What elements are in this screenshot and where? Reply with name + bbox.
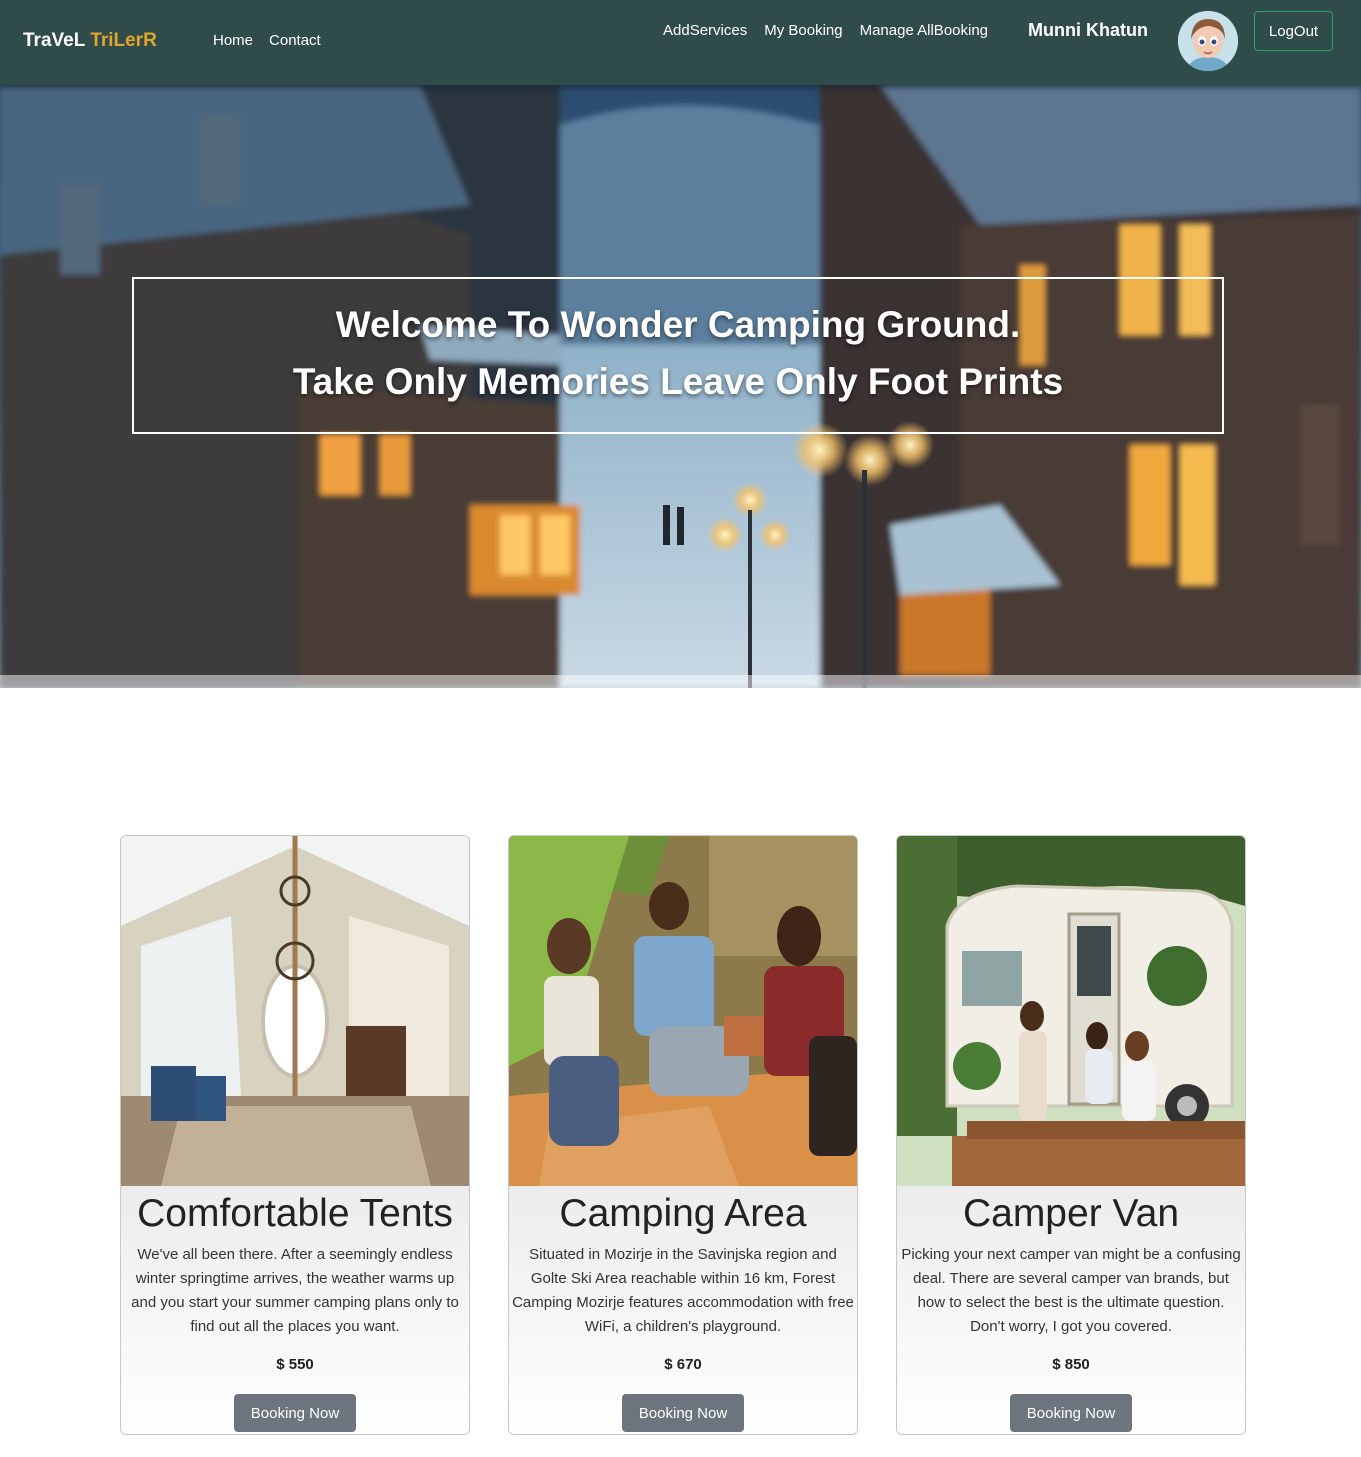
- hero-title: Welcome To Wonder Camping Ground.: [335, 304, 1021, 345]
- hero-headline-box: Welcome To Wonder Camping Ground. Take O…: [132, 277, 1224, 434]
- nav-link-manage-all-booking[interactable]: Manage AllBooking: [860, 22, 988, 39]
- brand-text-accent: TriLerR: [90, 30, 157, 51]
- service-description: We've all been there. After a seemingly …: [131, 1246, 459, 1335]
- service-card-tents: Comfortable Tents We've all been there. …: [120, 835, 470, 1435]
- service-title: Camping Area: [559, 1192, 807, 1235]
- user-name: Munni Khatun: [1028, 20, 1148, 40]
- booking-now-button[interactable]: Booking Now: [234, 1394, 356, 1432]
- brand-logo[interactable]: TraVeL TriLerR: [23, 30, 157, 52]
- service-title: Comfortable Tents: [137, 1192, 453, 1235]
- avatar: [1178, 11, 1238, 71]
- service-card-camper-van: Camper Van Picking your next camper van …: [896, 835, 1246, 1435]
- service-image-camper-van: [897, 836, 1245, 1186]
- brand-text-main: TraVeL: [23, 30, 85, 51]
- service-title: Camper Van: [962, 1192, 1180, 1235]
- nav-link-contact[interactable]: Contact: [269, 32, 321, 49]
- hero-subtitle: Take Only Memories Leave Only Foot Print…: [292, 361, 1064, 402]
- service-description: Situated in Mozirje in the Savinjska reg…: [512, 1246, 854, 1335]
- user-nav: AddServices My Booking Manage AllBooking: [663, 22, 988, 39]
- service-card-camping-area: Camping Area Situated in Mozirje in the …: [508, 835, 858, 1435]
- service-description: Picking your next camper van might be a …: [901, 1246, 1241, 1335]
- avatar-image: [1178, 11, 1238, 71]
- navbar: TraVeL TriLerR Home Contact AddServices …: [0, 0, 1361, 85]
- service-image-camping-area: [509, 836, 857, 1186]
- primary-nav: Home Contact: [213, 32, 321, 49]
- booking-now-button[interactable]: Booking Now: [622, 1394, 744, 1432]
- logout-button[interactable]: LogOut: [1254, 11, 1333, 51]
- nav-link-add-services[interactable]: AddServices: [663, 22, 747, 39]
- service-image-tents: [121, 836, 469, 1186]
- booking-now-button[interactable]: Booking Now: [1010, 1394, 1132, 1432]
- hero-banner: Welcome To Wonder Camping Ground. Take O…: [0, 85, 1361, 688]
- nav-link-my-booking[interactable]: My Booking: [764, 22, 842, 39]
- service-price: $ 550: [276, 1356, 314, 1373]
- service-price: $ 670: [664, 1356, 702, 1373]
- service-price: $ 850: [1052, 1356, 1090, 1373]
- nav-link-home[interactable]: Home: [213, 32, 253, 49]
